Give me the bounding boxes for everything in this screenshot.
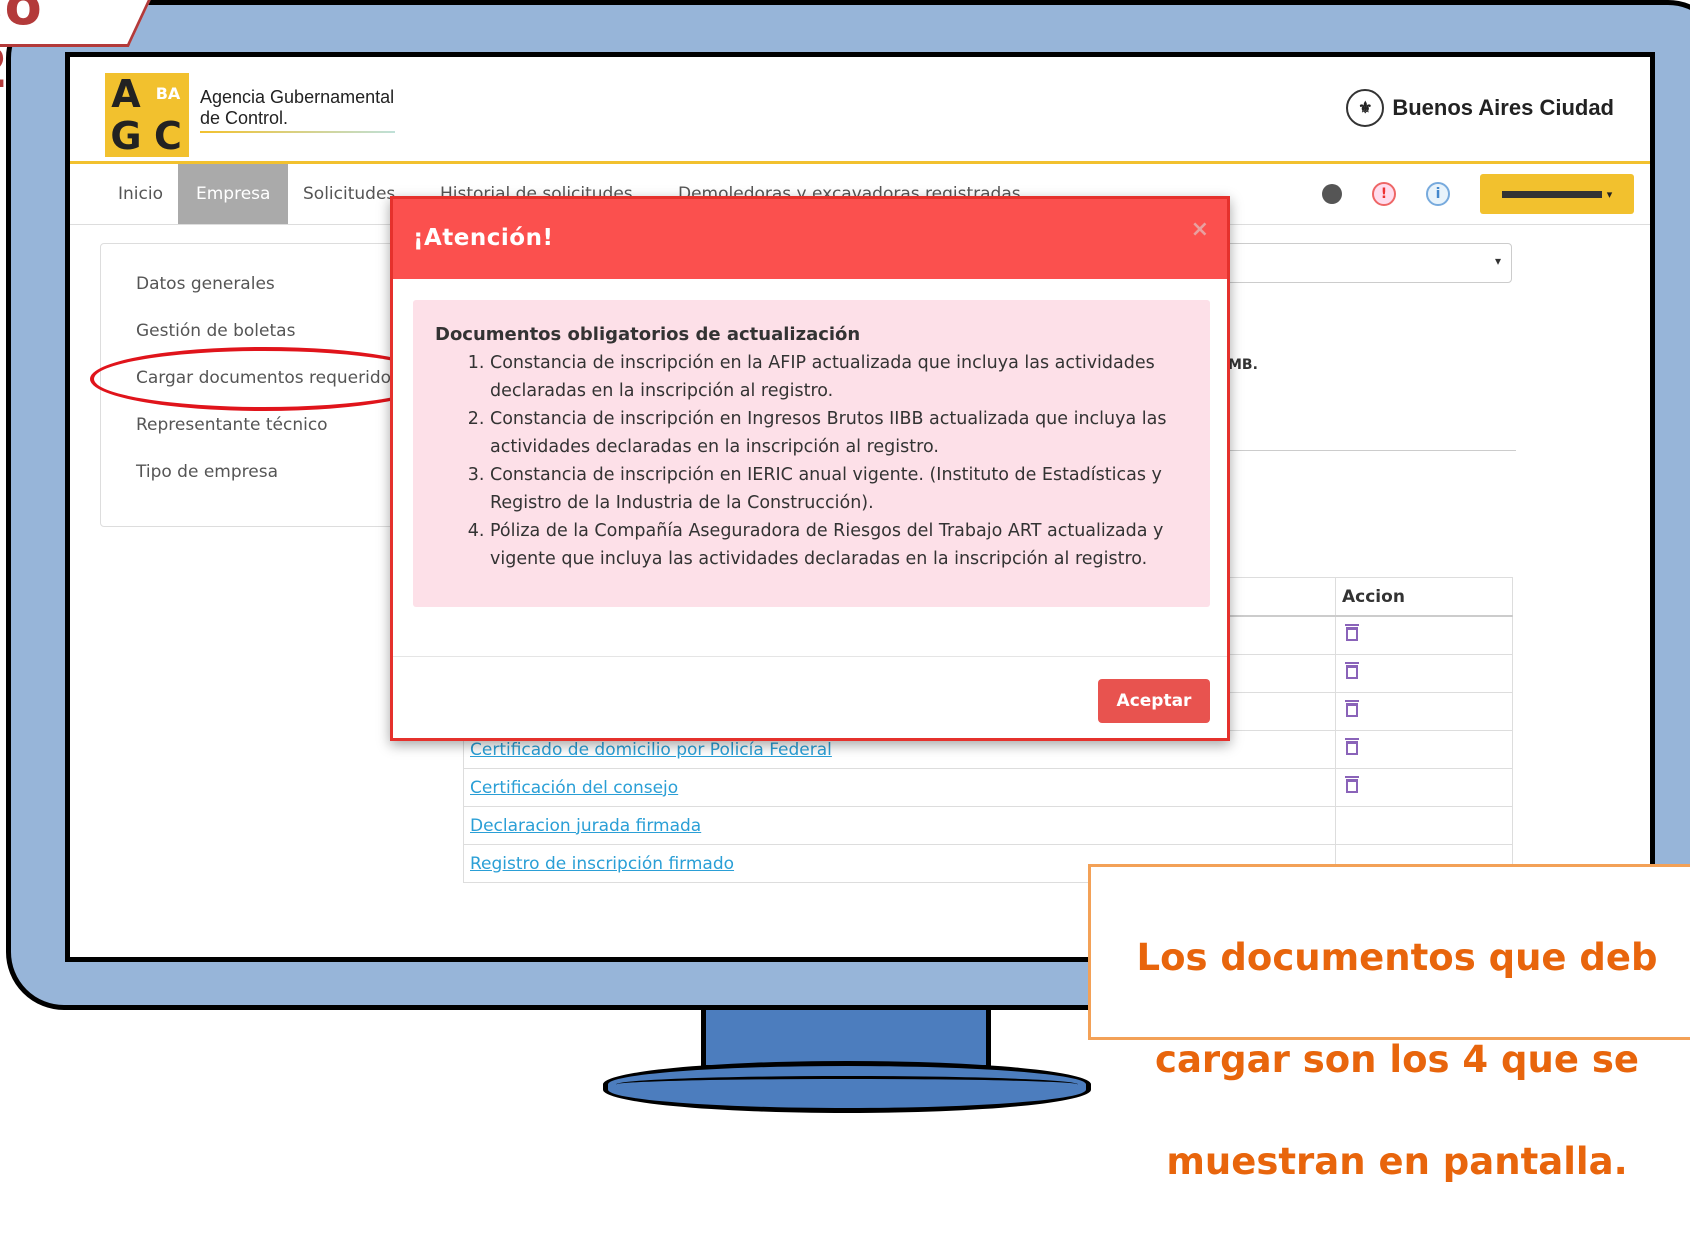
list-item: Constancia de inscripción en Ingresos Br… <box>490 405 1190 461</box>
agency-name: Agencia Gubernamental de Control. <box>200 87 394 129</box>
content-divider <box>1230 450 1516 451</box>
callout-line3: muestran en pantalla. <box>1166 1140 1628 1183</box>
callout-text: Los documentos que deb cargar son los 4 … <box>1091 881 1690 1238</box>
app-header: A BA G C Agencia Gubernamental de Contro… <box>70 57 1650 167</box>
instruction-callout: Los documentos que deb cargar son los 4 … <box>1088 864 1690 1183</box>
close-icon[interactable]: × <box>1191 217 1209 242</box>
logo-letter-c: C <box>154 114 182 158</box>
nav-icons: ! i ▾ <box>1322 164 1634 224</box>
document-link[interactable]: Certificado de domicilio por Policía Fed… <box>470 740 832 760</box>
company-select[interactable]: ▾ <box>1220 243 1512 283</box>
logo-letter-ba: BA <box>147 73 189 115</box>
required-docs-list: Constancia de inscripción en la AFIP act… <box>435 349 1190 573</box>
screen: A BA G C Agencia Gubernamental de Contro… <box>65 52 1655 962</box>
table-row: Declaracion jurada firmada <box>463 806 1513 845</box>
nav-empresa[interactable]: Empresa <box>178 164 289 224</box>
modal-header: ¡Atención! × <box>393 199 1227 279</box>
city-name: Buenos Aires Ciudad <box>1392 95 1614 120</box>
trash-icon[interactable] <box>1345 661 1359 679</box>
alert-heading: Documentos obligatorios de actualización <box>435 324 861 345</box>
logo-letter-g: G <box>110 114 142 158</box>
table-row: Certificación del consejo <box>463 768 1513 807</box>
city-seal-icon: ⚜ <box>1346 89 1385 127</box>
sidebar-item-gestion-boletas[interactable]: Gestión de boletas <box>136 321 295 341</box>
table-header-action: Accion <box>1335 577 1513 617</box>
document-link[interactable]: Certificación del consejo <box>470 778 678 798</box>
highlight-ellipse <box>90 347 438 411</box>
list-item: Constancia de inscripción en IERIC anual… <box>490 461 1190 517</box>
partial-text: MB. <box>1228 357 1258 373</box>
sidebar-item-datos-generales[interactable]: Datos generales <box>136 274 275 294</box>
monitor-frame: A BA G C Agencia Gubernamental de Contro… <box>6 0 1690 1010</box>
step-tag-label: so 2 <box>0 0 44 100</box>
list-item: Póliza de la Compañía Aseguradora de Rie… <box>490 517 1190 573</box>
agency-name-line2: de Control. <box>200 108 289 128</box>
list-item: Constancia de inscripción en la AFIP act… <box>490 349 1190 405</box>
select-caret-icon: ▾ <box>1494 254 1501 268</box>
trash-icon[interactable] <box>1345 737 1359 755</box>
chevron-down-icon: ▾ <box>1606 187 1613 201</box>
monitor-stand-base <box>603 1061 1091 1113</box>
attention-modal: ¡Atención! × Documentos obligatorios de … <box>390 196 1230 741</box>
globe-icon[interactable] <box>1322 184 1342 204</box>
sidebar-item-tipo-empresa[interactable]: Tipo de empresa <box>136 462 278 482</box>
document-link[interactable]: Registro de inscripción firmado <box>470 854 734 874</box>
trash-icon[interactable] <box>1345 623 1359 641</box>
required-docs-alert: Documentos obligatorios de actualización… <box>413 300 1210 607</box>
nav-inicio[interactable]: Inicio <box>100 164 181 224</box>
document-link[interactable]: Declaracion jurada firmada <box>470 816 701 836</box>
accept-button[interactable]: Aceptar <box>1098 679 1210 723</box>
sidebar-item-representante[interactable]: Representante técnico <box>136 415 328 435</box>
trash-icon[interactable] <box>1345 699 1359 717</box>
trash-icon[interactable] <box>1345 775 1359 793</box>
city-brand[interactable]: ⚜ Buenos Aires Ciudad <box>1346 89 1614 127</box>
agc-logo[interactable]: A BA G C <box>105 73 189 157</box>
agency-name-line1: Agencia Gubernamental <box>200 87 395 107</box>
callout-line2: cargar son los 4 que se <box>1155 1038 1639 1081</box>
user-menu-button[interactable]: ▾ <box>1480 174 1634 214</box>
modal-title: ¡Atención! <box>413 225 554 251</box>
info-icon[interactable]: i <box>1426 182 1450 206</box>
modal-footer-divider <box>393 656 1227 657</box>
redacted-user-id <box>1501 190 1602 198</box>
alert-icon[interactable]: ! <box>1372 182 1396 206</box>
brand-underline <box>200 131 395 133</box>
callout-line1: Los documentos que deb <box>1136 936 1658 979</box>
logo-letter-a: A <box>111 72 141 116</box>
